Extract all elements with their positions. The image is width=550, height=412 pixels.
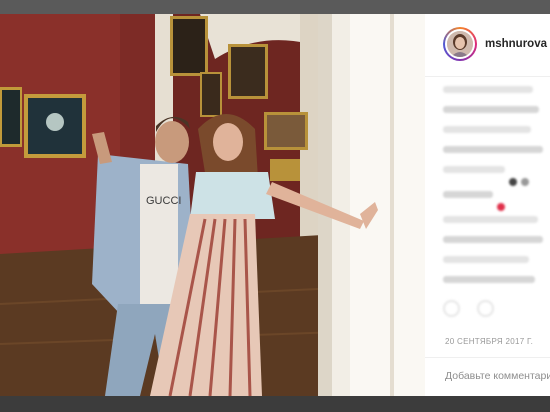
avatar[interactable] — [443, 27, 477, 61]
window-top-bar — [0, 0, 550, 14]
blurred-comment — [443, 106, 539, 113]
blurred-comment — [443, 236, 543, 243]
photo-scene: GUCCI — [0, 14, 425, 396]
window-bottom-bar — [0, 396, 550, 412]
blurred-comment — [443, 166, 505, 173]
blurred-comment — [443, 146, 543, 153]
shirt-print: GUCCI — [146, 195, 181, 207]
blurred-comment — [443, 126, 531, 133]
comments-list — [443, 86, 550, 296]
post-side-panel: mshnurova• 20 СЕНТЯБРЯ 2017 Г. — [425, 14, 550, 396]
blurred-comment — [443, 86, 533, 93]
post-photo[interactable]: GUCCI — [0, 14, 425, 396]
comment-input[interactable] — [445, 370, 550, 382]
blurred-comment — [443, 276, 535, 283]
heart-icon — [497, 202, 505, 211]
username-row: mshnurova• — [485, 38, 550, 50]
blurred-comment — [443, 191, 493, 198]
blurred-comment — [443, 216, 538, 223]
avatar-image — [447, 31, 473, 57]
emoji-icon — [509, 177, 517, 186]
post-date: 20 СЕНТЯБРЯ 2017 Г. — [445, 337, 534, 346]
post-header: mshnurova• — [425, 14, 550, 77]
comment-icon[interactable] — [477, 300, 494, 317]
blurred-comment — [443, 256, 529, 263]
post-actions — [443, 300, 543, 320]
like-icon[interactable] — [443, 300, 460, 317]
comment-box — [425, 357, 550, 397]
emoji-icon — [521, 177, 529, 186]
username-link[interactable]: mshnurova — [485, 38, 547, 50]
